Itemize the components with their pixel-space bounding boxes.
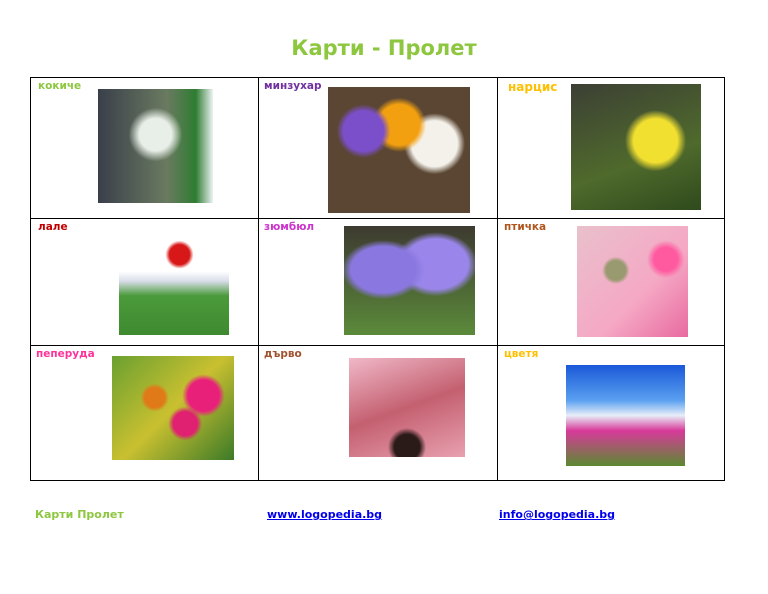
card-label-tulip: лале [38, 221, 68, 233]
cards-grid: кокиче минзухар нарцис лале зюмбюл птичк… [30, 77, 725, 481]
hyacinth-image [344, 226, 475, 335]
butterfly-image [112, 356, 234, 460]
snowdrop-image [98, 89, 213, 203]
crocus-image [328, 87, 470, 213]
card-label-flowers: цветя [504, 348, 539, 360]
tulip-image [119, 237, 229, 335]
card-label-bird: птичка [504, 221, 547, 233]
bird-image [577, 226, 688, 337]
daffodil-image [571, 84, 701, 210]
card-label-snowdrop: кокиче [38, 80, 82, 92]
card-label-crocus: минзухар [264, 80, 322, 92]
page-title: Карти - Пролет [291, 36, 477, 60]
cosmos-flowers-image [566, 365, 685, 466]
card-label-daffodil: нарцис [508, 80, 558, 94]
card-label-hyacinth: зюмбюл [264, 221, 315, 233]
card-label-tree: дърво [264, 348, 302, 360]
card-label-butterfly: пеперуда [36, 348, 95, 360]
footer-title: Карти Пролет [35, 508, 124, 521]
blossom-tree-image [349, 358, 465, 457]
website-link[interactable]: www.logopedia.bg [267, 508, 382, 521]
email-link[interactable]: info@logopedia.bg [499, 508, 615, 521]
